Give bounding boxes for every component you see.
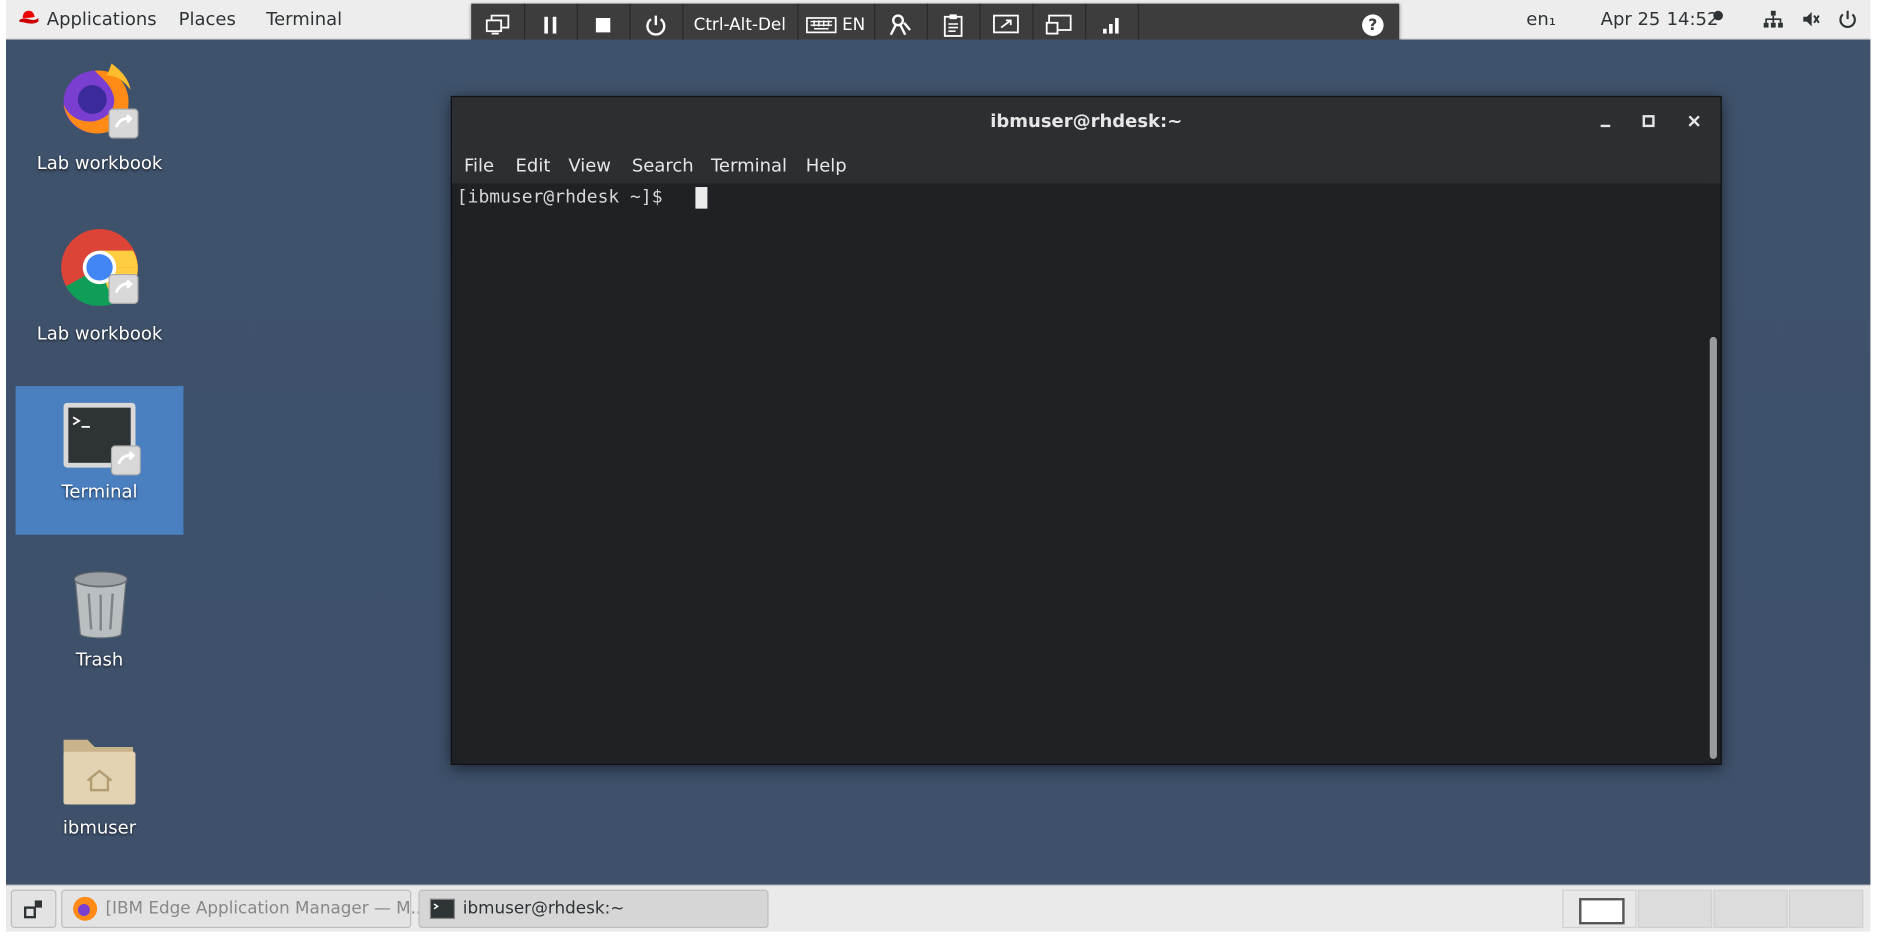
notification-dot-icon	[1713, 10, 1723, 21]
menu-search[interactable]: Search	[632, 155, 694, 177]
clipboard-icon	[943, 14, 963, 37]
terminal-menubar: File Edit View Search Terminal Help	[452, 145, 1721, 184]
bottom-taskbar: [IBM Edge Application Manager — M... ibm…	[5, 884, 1871, 932]
show-desktop-icon	[23, 900, 42, 919]
desktop-icon-home-folder[interactable]: ibmuser	[16, 725, 184, 845]
terminal-icon	[63, 402, 141, 476]
applications-menu[interactable]: Applications	[47, 8, 157, 30]
terminal-titlebar[interactable]: ibmuser@rhdesk:~	[452, 97, 1721, 146]
desktop-icon-label: Terminal	[61, 480, 138, 503]
menu-file[interactable]: File	[464, 155, 494, 177]
firefox-icon	[73, 896, 98, 921]
power-icon	[646, 15, 666, 36]
help-icon: ?	[1362, 14, 1384, 36]
signal-bars-icon	[1103, 17, 1119, 34]
stop-icon	[595, 17, 611, 33]
minimize-icon[interactable]	[1596, 112, 1615, 131]
taskbar-item-label: [IBM Edge Application Manager — M...	[105, 899, 427, 919]
keyboard-icon	[806, 17, 837, 34]
menu-terminal[interactable]: Terminal	[711, 155, 787, 177]
clock-time[interactable]: 14:52	[1667, 8, 1719, 30]
taskbar-item-terminal[interactable]: ibmuser@rhdesk:~	[418, 889, 769, 929]
trash-icon	[73, 571, 128, 639]
workspace-1[interactable]	[1562, 889, 1637, 929]
desktop-icon-label: Lab workbook	[36, 322, 163, 345]
window-title: ibmuser@rhdesk:~	[990, 110, 1183, 132]
workspace-3[interactable]	[1713, 889, 1788, 929]
firefox-icon	[63, 63, 139, 139]
pause-icon	[544, 16, 557, 34]
maximize-icon[interactable]	[1639, 112, 1658, 131]
workspace-window-preview	[1579, 898, 1625, 925]
terminal-output[interactable]: [ibmuser@rhdesk ~]$	[452, 183, 1704, 764]
terminal-app-menu[interactable]: Terminal	[266, 8, 342, 30]
menu-help[interactable]: Help	[806, 155, 847, 177]
redhat-logo-icon	[19, 10, 39, 24]
scale-display-icon	[1045, 14, 1072, 35]
home-folder-icon	[63, 739, 136, 805]
desktop-icon-label: Lab workbook	[36, 152, 163, 174]
menu-edit[interactable]: Edit	[516, 155, 551, 177]
network-icon[interactable]	[1763, 10, 1785, 29]
terminal-window: ibmuser@rhdesk:~ File Edit View Search T…	[450, 95, 1722, 765]
shell-prompt: [ibmuser@rhdesk ~]$	[456, 185, 663, 208]
desktop-icon-lab-workbook-firefox[interactable]: Lab workbook	[16, 52, 184, 196]
desktop-icon-label: Trash	[75, 648, 124, 671]
fullscreen-icon	[993, 14, 1019, 34]
keys-icon	[889, 14, 911, 36]
display-switch-icon	[485, 14, 510, 35]
desktop-icon-lab-workbook-chrome[interactable]: Lab workbook	[16, 219, 184, 363]
terminal-icon	[429, 898, 456, 920]
terminal-scrollbar[interactable]	[1709, 336, 1717, 759]
close-icon[interactable]	[1685, 112, 1704, 131]
taskbar-item-label: ibmuser@rhdesk:~	[462, 899, 625, 919]
workspace-4[interactable]	[1788, 889, 1864, 929]
ctrl-alt-del-label: Ctrl-Alt-Del	[693, 15, 786, 35]
text-cursor	[695, 187, 708, 209]
places-menu[interactable]: Places	[179, 8, 236, 30]
power-icon[interactable]	[1837, 10, 1859, 29]
chrome-icon	[61, 229, 139, 306]
clock-date[interactable]: Apr 25	[1601, 8, 1661, 30]
workspace-2[interactable]	[1637, 889, 1713, 929]
taskbar-item-firefox[interactable]: [IBM Edge Application Manager — M...	[61, 889, 427, 929]
desktop-icon-terminal[interactable]: Terminal	[15, 386, 184, 535]
input-source-indicator[interactable]: en₁	[1526, 8, 1556, 30]
show-desktop-button[interactable]	[10, 889, 57, 929]
volume-icon[interactable]	[1801, 10, 1823, 29]
desktop-icon-trash[interactable]: Trash	[16, 558, 184, 678]
menu-view[interactable]: View	[568, 155, 611, 177]
keyboard-language-label: EN	[842, 15, 866, 35]
desktop-icon-label: ibmuser	[62, 816, 137, 839]
